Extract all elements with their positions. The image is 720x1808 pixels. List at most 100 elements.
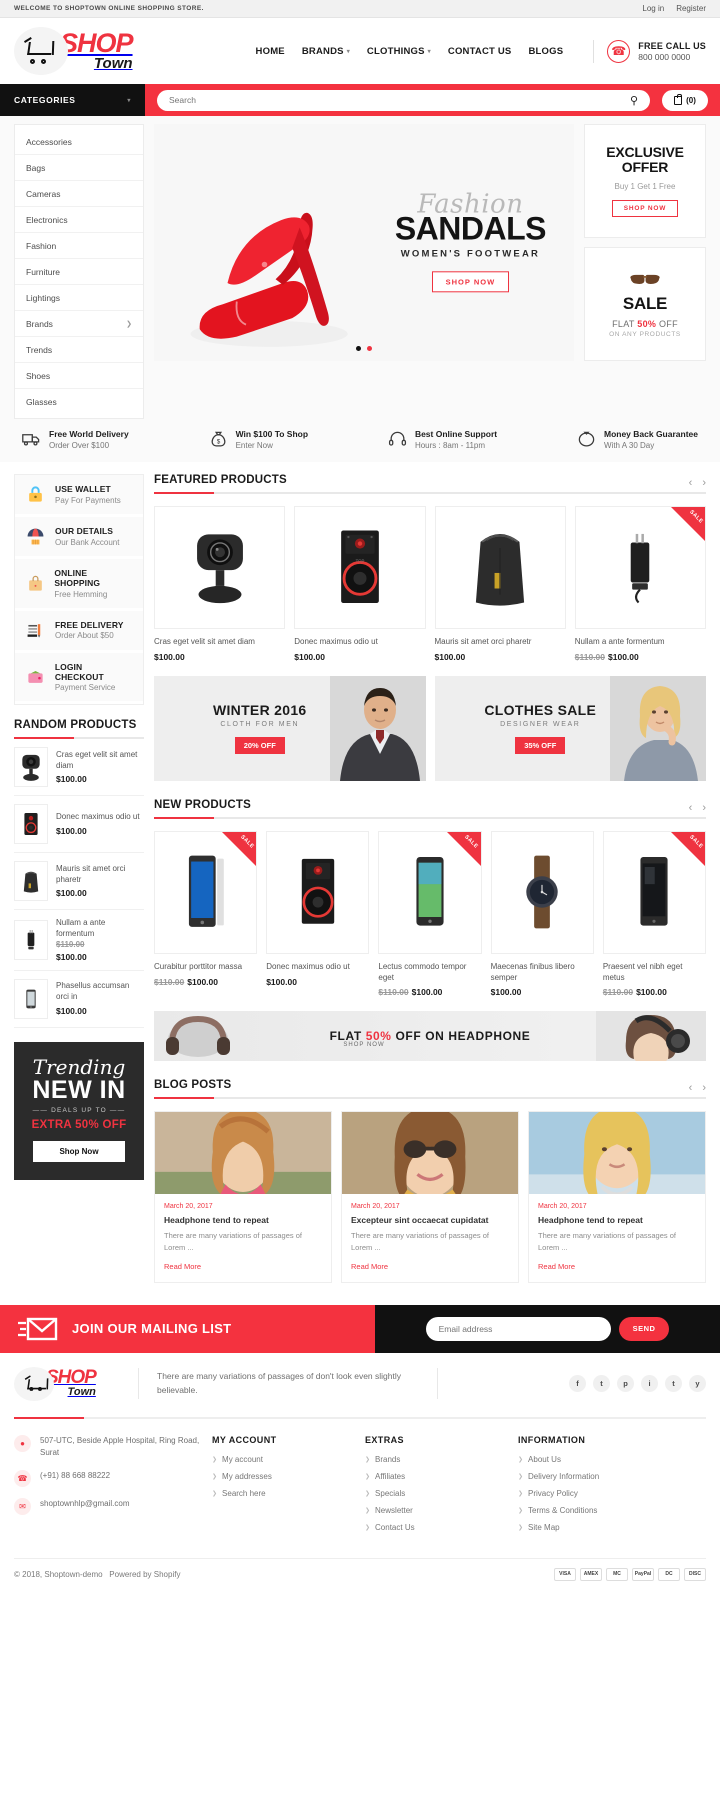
category-item-brands[interactable]: Brands ❯ [15,311,143,337]
cart-button[interactable]: (0) [662,89,708,111]
product-current-price: $100.00 [636,987,667,998]
blog-read-more-link[interactable]: Read More [351,1262,509,1271]
trending-script-text: Trending [32,1054,126,1079]
category-item-bags[interactable]: Bags [15,155,143,181]
blog-carousel-arrows[interactable]: ‹ › [689,1082,706,1094]
featured-carousel-arrows[interactable]: ‹ › [689,477,706,489]
promo-card-sale[interactable]: SALE FLAT 50% OFF ON ANY PRODUCTS [584,247,706,361]
pinterest-icon[interactable]: p [617,1375,634,1393]
banner-clothes-sale[interactable]: CLOTHES SALE DESIGNER WEAR 35% OFF [434,675,706,781]
headphone-image [166,1016,230,1058]
prev-arrow-icon[interactable]: ‹ [689,1082,693,1094]
product-card[interactable]: Maecenas finibus libero semper $100.00 [490,830,594,997]
blog-card[interactable]: March 20, 2017 Excepteur sint occaecat c… [341,1111,519,1283]
blog-read-more-link[interactable]: Read More [538,1262,696,1271]
footer-link-about-us[interactable]: ❯ About Us [518,1455,663,1464]
category-item-lightings[interactable]: Lightings [15,285,143,311]
next-arrow-icon[interactable]: › [702,1082,706,1094]
product-card[interactable]: TOP Donec maximus odio ut $100.00 [294,506,426,662]
search-field[interactable]: ⚲ [157,89,650,111]
promo-card-exclusive-offer[interactable]: EXCLUSIVE OFFER Buy 1 Get 1 Free SHOP NO… [584,124,706,238]
trending-banner[interactable]: Trending NEW IN —— DEALS UP TO —— EXTRA … [14,1041,144,1180]
headphone-promo-banner[interactable]: FLAT 50% OFF ON HEADPHONE SHOP NOW [154,1011,706,1062]
footer-link-newsletter[interactable]: ❯ Newsletter [365,1506,510,1515]
site-logo[interactable]: SHOP Town [14,27,224,75]
product-card[interactable]: Mauris sit amet orci pharetr $100.00 [434,506,566,662]
nav-item-blogs[interactable]: BLOGS [528,46,563,57]
list-item[interactable]: Phasellus accumsan orci in $100.00 [14,971,144,1028]
blog-card[interactable]: March 20, 2017 Headphone tend to repeat … [154,1111,332,1283]
next-arrow-icon[interactable]: › [702,802,706,814]
instagram-icon[interactable]: i [641,1375,658,1393]
footer-link-specials[interactable]: ❯ Specials [365,1489,510,1498]
newsletter-send-button[interactable]: SEND [618,1316,670,1341]
product-card[interactable]: Donec maximus odio ut $100.00 [266,830,370,998]
newsletter-email-input[interactable] [425,1316,611,1341]
product-name: Mauris sit amet orci pharetr [56,863,126,884]
hero-carousel[interactable]: Fashion SANDALS WOMEN'S FOOTWEAR SHOP NO… [154,124,574,361]
footer-link-privacy-policy[interactable]: ❯ Privacy Policy [518,1489,663,1498]
categories-dropdown-button[interactable]: CATEGORIES ▾ [0,84,145,116]
product-image [434,506,566,629]
footer-link-my-account[interactable]: ❯ My account [212,1455,357,1464]
footer-link-contact-us[interactable]: ❯ Contact Us [365,1523,510,1532]
search-input[interactable] [169,95,630,105]
category-item-electronics[interactable]: Electronics [15,207,143,233]
blog-posts-title: BLOG POSTS [154,1079,232,1092]
list-item[interactable]: Cras eget velit sit amet diam $100.00 [14,739,144,796]
carousel-dot-2[interactable] [367,346,372,351]
search-icon[interactable]: ⚲ [630,94,638,107]
category-item-fashion[interactable]: Fashion [15,233,143,259]
nav-item-home[interactable]: HOME [256,46,285,57]
prev-arrow-icon[interactable]: ‹ [689,477,693,489]
footer-link-brands[interactable]: ❯ Brands [365,1455,510,1464]
register-link[interactable]: Register [676,4,706,13]
category-item-trends[interactable]: Trends [15,337,143,363]
list-item[interactable]: Donec maximus odio ut $100.00 [14,796,144,853]
category-item-glasses[interactable]: Glasses [15,389,143,414]
new-products-carousel-arrows[interactable]: ‹ › [689,802,706,814]
nav-item-brands[interactable]: BRANDS ▾ [302,46,350,57]
product-card[interactable]: SALE Nullam a ante formentum $110.00 $100… [574,506,706,662]
facebook-icon[interactable]: f [569,1375,586,1393]
nav-item-clothings[interactable]: CLOTHINGS ▾ [367,46,431,57]
product-card[interactable]: SALE Curabitur porttitor massa $110.00 $1… [154,830,258,998]
list-item[interactable]: Mauris sit amet orci pharetr $100.00 [14,853,144,910]
carousel-dots[interactable] [356,346,372,351]
product-card[interactable]: Cras eget velit sit amet diam $100.00 [154,506,286,662]
hero-shop-now-button[interactable]: SHOP NOW [431,271,510,293]
carousel-dot-1[interactable] [356,346,361,351]
widget-online-shopping[interactable]: ONLINE SHOPPING Free Hemming [15,559,143,611]
footer-link-affiliates[interactable]: ❯ Affiliates [365,1472,510,1481]
product-card[interactable]: SALE Lectus commodo tempor eget $110.00 $… [378,830,482,997]
login-link[interactable]: Log in [642,4,664,13]
tumblr-icon[interactable]: t [665,1375,682,1393]
widget-title: ONLINE SHOPPING [54,568,101,588]
category-item-furniture[interactable]: Furniture [15,259,143,285]
nav-item-contact-us[interactable]: CONTACT US [448,46,512,57]
footer-link-site-map[interactable]: ❯ Site Map [518,1523,663,1532]
prev-arrow-icon[interactable]: ‹ [689,802,693,814]
footer-link-terms-conditions[interactable]: ❯ Terms & Conditions [518,1506,663,1515]
footer-logo[interactable]: SHOP Town [14,1366,134,1401]
widget-use-wallet[interactable]: USE WALLET Pay For Payments [15,475,143,517]
footer-link-search-here[interactable]: ❯ Search here [212,1489,357,1498]
product-card[interactable]: SALE Praesent vel nibh eget metus $110.0… [602,830,707,998]
category-item-shoes[interactable]: Shoes [15,363,143,389]
youtube-icon[interactable]: y [689,1375,706,1393]
category-item-cameras[interactable]: Cameras [15,181,143,207]
promo-shop-now-button[interactable]: SHOP NOW [611,200,679,218]
footer-link-delivery-information[interactable]: ❯ Delivery Information [518,1472,663,1481]
widget-login-checkout[interactable]: LOGIN CHECKOUT Payment Service [15,652,143,704]
footer-link-my-addresses[interactable]: ❯ My addresses [212,1472,357,1481]
trending-shop-now-button[interactable]: Shop Now [33,1140,125,1162]
twitter-icon[interactable]: t [593,1375,610,1393]
banner-winter-2016[interactable]: WINTER 2016 CLOTH FOR MEN 20% OFF [154,675,426,781]
next-arrow-icon[interactable]: › [702,477,706,489]
blog-card[interactable]: March 20, 2017 Headphone tend to repeat … [528,1111,706,1283]
category-item-accessories[interactable]: Accessories [15,129,143,155]
widget-free-delivery[interactable]: FREE DELIVERY Order About $50 [15,610,143,653]
widget-our-details[interactable]: OUR DETAILS Our Bank Account [15,517,143,559]
blog-read-more-link[interactable]: Read More [164,1262,322,1271]
list-item[interactable]: Nullam a ante formentum $110.00 $100.00 [14,910,144,971]
